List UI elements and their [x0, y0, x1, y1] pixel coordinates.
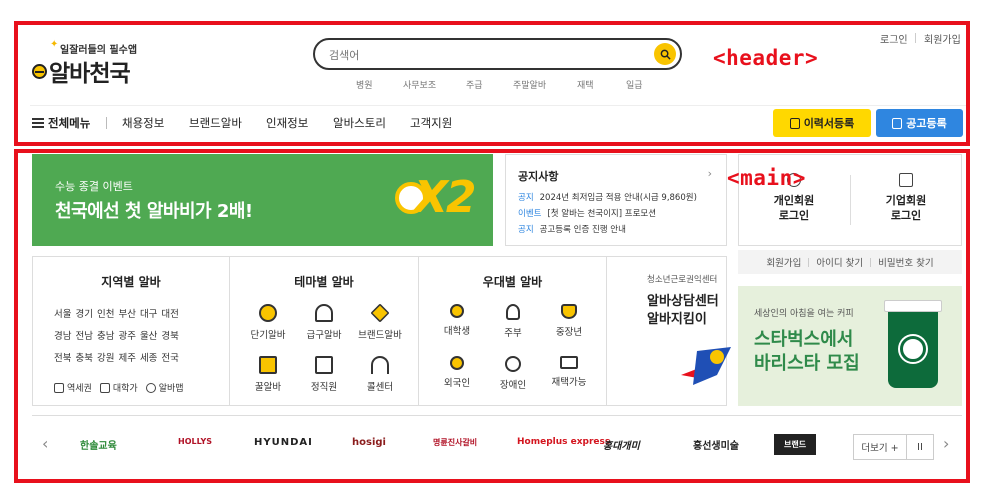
header-annotation-frame	[14, 21, 970, 146]
main-annotation-label: <main>	[727, 166, 806, 190]
main-annotation-frame	[14, 149, 970, 483]
header-annotation-label: <header>	[713, 46, 819, 70]
